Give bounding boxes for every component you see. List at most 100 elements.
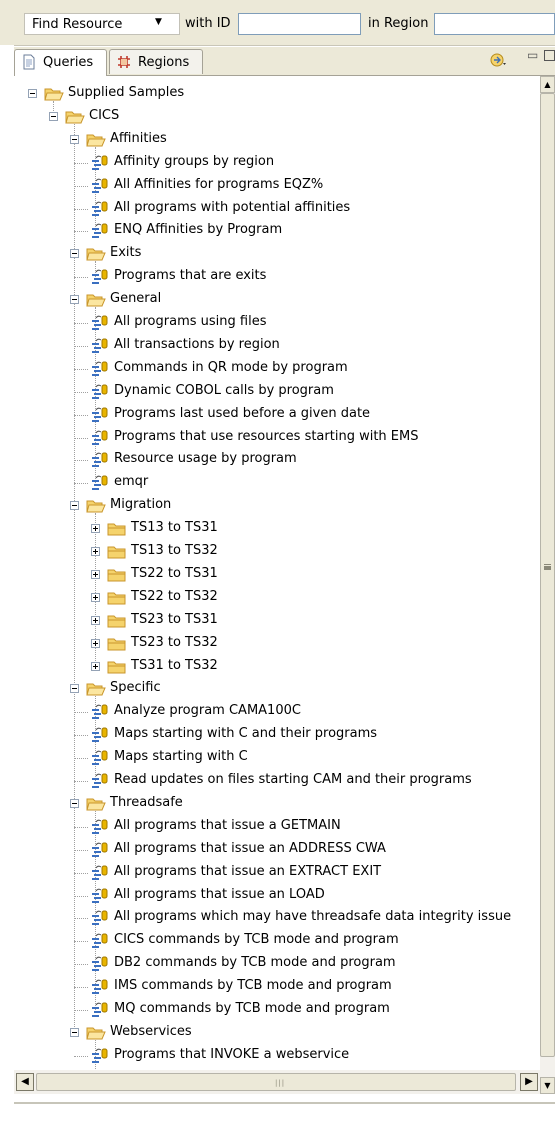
regions-icon xyxy=(118,56,130,68)
tree-branch-line xyxy=(74,415,88,416)
expand-icon[interactable] xyxy=(91,639,100,648)
tree-branch-line xyxy=(74,964,88,965)
tab-queries[interactable]: Queries xyxy=(14,49,107,76)
closed-folder-icon xyxy=(107,589,127,607)
open-folder-icon xyxy=(65,108,85,126)
tree-branch-line xyxy=(74,483,88,484)
dropdown-arrow-icon[interactable]: ▼ xyxy=(155,17,162,27)
tree-branch-line xyxy=(74,758,88,759)
tree-branch-line xyxy=(74,460,88,461)
scroll-left-icon[interactable]: ◀ xyxy=(16,1073,34,1091)
tree-branch-line xyxy=(74,186,88,187)
tab-queries-label: Queries xyxy=(43,55,94,70)
view-menu-icon[interactable] xyxy=(490,52,508,68)
expand-icon[interactable] xyxy=(91,524,100,533)
status-strip xyxy=(14,1094,555,1131)
tree-item-label: CICS commands by TCB mode and program xyxy=(114,932,399,947)
query-icon xyxy=(91,451,111,469)
expand-icon[interactable] xyxy=(91,593,100,602)
tree-branch-line xyxy=(74,369,88,370)
tree-item-label: TS13 to TS31 xyxy=(131,520,218,535)
collapse-icon[interactable] xyxy=(70,1028,79,1037)
minimize-icon[interactable]: ▭ xyxy=(527,48,538,62)
query-icon xyxy=(91,909,111,927)
expand-icon[interactable] xyxy=(91,547,100,556)
query-icon xyxy=(91,1001,111,1019)
scroll-up-icon[interactable]: ▲ xyxy=(540,76,555,93)
collapse-icon[interactable] xyxy=(28,89,37,98)
expand-icon[interactable] xyxy=(91,616,100,625)
tree-item-label: All programs with potential affinities xyxy=(114,200,351,215)
tree-item-label: Dynamic COBOL calls by program xyxy=(114,383,334,398)
collapse-icon[interactable] xyxy=(70,684,79,693)
query-icon xyxy=(91,703,111,721)
tree-branch-line xyxy=(74,918,88,919)
horizontal-scrollbar[interactable]: ◀ ||| ▶ xyxy=(14,1070,540,1094)
expand-icon[interactable] xyxy=(91,662,100,671)
tree-item-label: MQ commands by TCB mode and program xyxy=(114,1001,390,1016)
tree-item-label: Supplied Samples xyxy=(68,85,185,100)
tree-item-label: TS22 to TS32 xyxy=(131,589,218,604)
query-icon xyxy=(91,268,111,286)
collapse-icon[interactable] xyxy=(70,249,79,258)
tree-branch-line xyxy=(74,781,88,782)
tree-item-label: Threadsafe xyxy=(110,795,183,810)
query-icon xyxy=(91,406,111,424)
query-icon xyxy=(91,749,111,767)
tree-branch-line xyxy=(74,163,88,164)
open-folder-icon xyxy=(86,291,106,309)
collapse-icon[interactable] xyxy=(70,135,79,144)
query-icon xyxy=(91,726,111,744)
query-icon xyxy=(91,841,111,859)
find-resource-value: Find Resource xyxy=(32,17,123,32)
tree-item-label: Programs that use resources starting wit… xyxy=(114,429,419,444)
tree-item-label: Migration xyxy=(110,497,172,512)
tree-item-label: TS22 to TS31 xyxy=(131,566,218,581)
tree-branch-line xyxy=(74,231,88,232)
tree-item-label: Commands in QR mode by program xyxy=(114,360,348,375)
tree-branch-line xyxy=(74,987,88,988)
query-icon xyxy=(91,337,111,355)
vertical-scrollbar[interactable]: ▲ ▼ xyxy=(540,76,555,1094)
collapse-icon[interactable] xyxy=(70,295,79,304)
tree-branch-line xyxy=(74,438,88,439)
collapse-icon[interactable] xyxy=(70,799,79,808)
view-tab-bar: Queries Regions ▭ xyxy=(14,47,555,76)
tree-branch-line xyxy=(74,850,88,851)
tree-branch-line xyxy=(74,873,88,874)
tree-branch-line xyxy=(74,941,88,942)
closed-folder-icon xyxy=(107,543,127,561)
region-input[interactable] xyxy=(434,13,555,35)
closed-folder-icon xyxy=(107,520,127,538)
tree-item-label: Exits xyxy=(110,245,142,260)
queries-tree: Supplied Samples CICS Affinities Affinity g… xyxy=(14,76,540,1070)
tree-item-label: Programs that are exits xyxy=(114,268,267,283)
tree-item-label: All Affinities for programs EQZ% xyxy=(114,177,324,192)
vertical-scroll-thumb[interactable] xyxy=(540,93,555,1057)
tree-item-label: All programs that issue a GETMAIN xyxy=(114,818,341,833)
query-icon xyxy=(91,955,111,973)
query-icon xyxy=(91,222,111,240)
tree-branch-line xyxy=(74,896,88,897)
tree-item-label: All programs that issue an ADDRESS CWA xyxy=(114,841,386,856)
query-icon xyxy=(91,818,111,836)
query-icon xyxy=(91,1047,111,1065)
expand-icon[interactable] xyxy=(91,570,100,579)
scroll-right-icon[interactable]: ▶ xyxy=(520,1073,538,1091)
find-resource-dropdown[interactable]: Find Resource ▼ xyxy=(24,13,180,35)
horizontal-scroll-thumb[interactable]: ||| xyxy=(36,1073,516,1091)
maximize-icon[interactable] xyxy=(544,50,555,61)
tree-branch-line xyxy=(74,209,88,210)
tree-branch-line xyxy=(74,346,88,347)
tree-item-label: Specific xyxy=(110,680,161,695)
scroll-down-icon[interactable]: ▼ xyxy=(540,1077,555,1094)
tree-item-label: All programs that issue an LOAD xyxy=(114,887,325,902)
collapse-icon[interactable] xyxy=(49,112,58,121)
in-region-label: in Region xyxy=(368,16,429,31)
resource-id-input[interactable] xyxy=(238,13,361,35)
closed-folder-icon xyxy=(107,658,127,676)
tree-item-label: ENQ Affinities by Program xyxy=(114,222,283,237)
collapse-icon[interactable] xyxy=(70,501,79,510)
tab-regions[interactable]: Regions xyxy=(109,49,203,74)
document-icon xyxy=(23,54,35,70)
